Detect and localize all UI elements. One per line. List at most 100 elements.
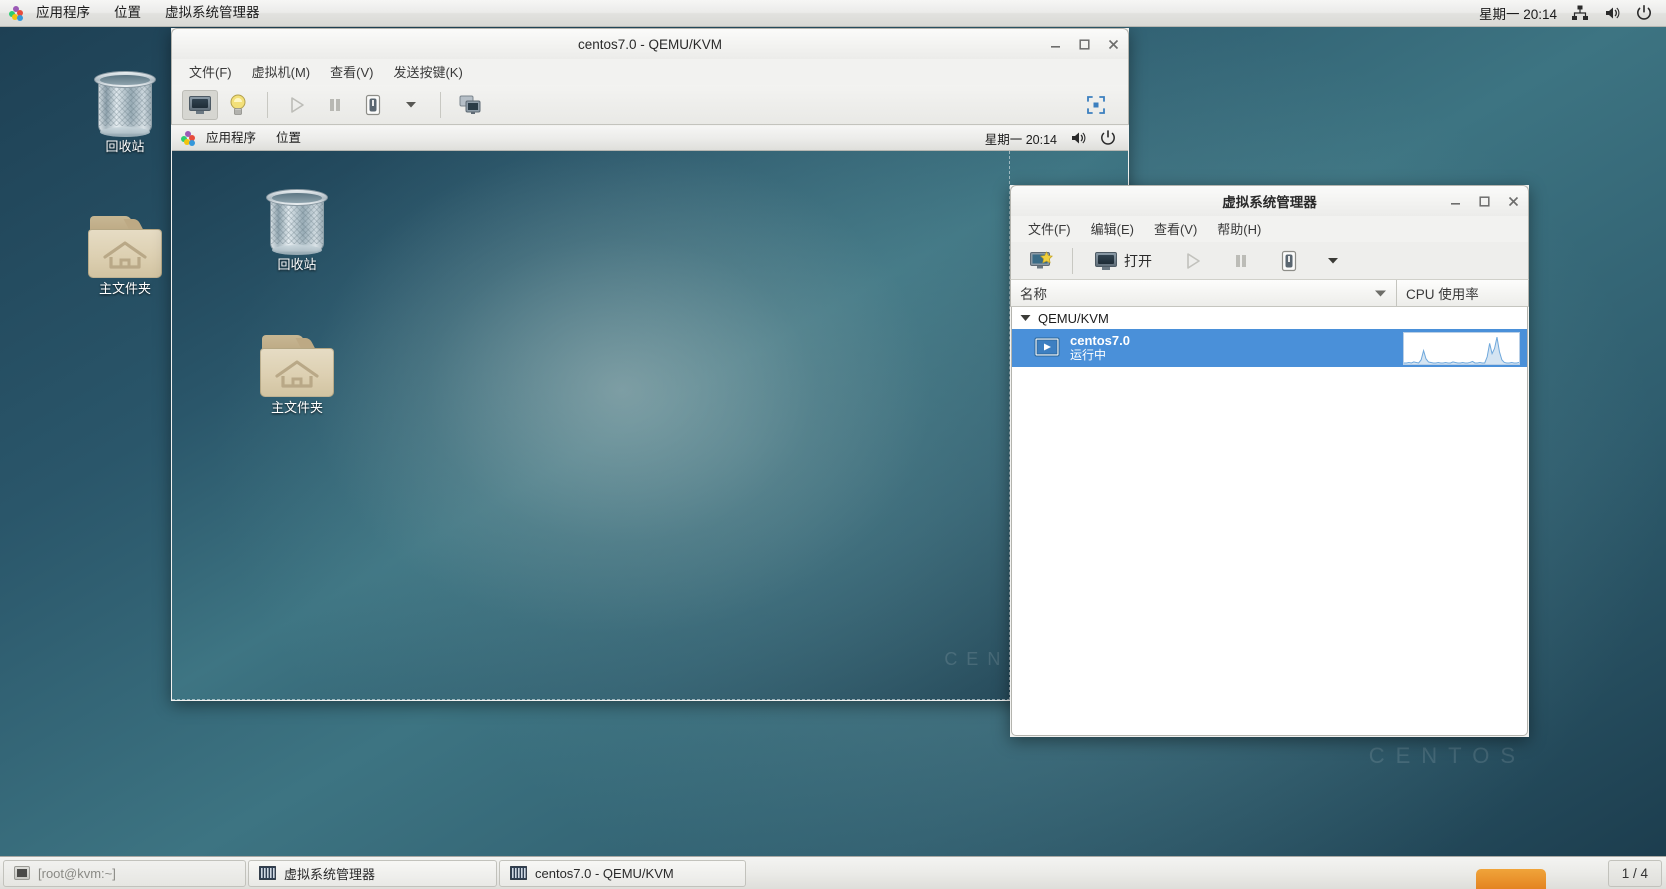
maximize-button[interactable] <box>1077 37 1092 52</box>
vm-row-name: centos7.0 <box>1070 333 1130 348</box>
taskbar-item-virt-manager-label: 虚拟系统管理器 <box>284 866 376 882</box>
new-vm-button[interactable] <box>1023 246 1059 276</box>
decorative-corner <box>1476 869 1546 889</box>
places-menu[interactable]: 位置 <box>102 0 153 26</box>
guest-top-panel[interactable]: 应用程序 位置 星期一 20:14 <box>172 126 1128 151</box>
fullscreen-button[interactable] <box>1078 90 1114 120</box>
fullscreen-icon <box>1087 95 1105 114</box>
vm-menu-view[interactable]: 查看(V) <box>320 60 383 85</box>
applications-menu[interactable]: 应用程序 <box>24 0 102 26</box>
workspace-switcher[interactable]: 1 / 4 <box>1607 859 1662 887</box>
guest-desktop-icon-home-folder-label: 主文件夹 <box>270 400 323 415</box>
vmm-window-toolbar[interactable]: 打开 <box>1010 242 1529 280</box>
run-button[interactable] <box>279 90 315 120</box>
connection-row-qemu-kvm[interactable]: QEMU/KVM <box>1012 307 1527 329</box>
power-icon[interactable] <box>1635 4 1653 22</box>
triangle-down-icon[interactable] <box>1020 314 1031 322</box>
close-button[interactable] <box>1506 194 1521 209</box>
monitor-icon <box>1095 251 1117 270</box>
minimize-button[interactable] <box>1448 194 1463 209</box>
vm-cpu-sparkline <box>1403 331 1520 365</box>
maximize-button[interactable] <box>1477 194 1492 209</box>
taskbar-item-terminal[interactable]: [root@kvm:~] <box>3 859 246 887</box>
run-button[interactable] <box>1175 246 1211 276</box>
pause-button[interactable] <box>317 90 353 120</box>
shutdown-dropdown-button[interactable] <box>1315 246 1351 276</box>
gnome-foot-icon <box>9 5 24 21</box>
guest-applications-menu[interactable]: 应用程序 <box>196 126 266 150</box>
console-view-button[interactable] <box>182 89 218 120</box>
vmm-window-titlebar[interactable]: 虚拟系统管理器 <box>1010 185 1529 216</box>
vmm-window-title: 虚拟系统管理器 <box>1222 195 1317 210</box>
shutdown-icon <box>365 94 381 115</box>
home-glyph-icon <box>103 241 147 269</box>
snapshots-button[interactable] <box>452 90 488 120</box>
panel-clock[interactable]: 星期一 20:14 <box>1479 3 1557 23</box>
open-vm-button[interactable]: 打开 <box>1086 246 1161 276</box>
vm-window-menubar[interactable]: 文件(F) 虚拟机(M) 查看(V) 发送按键(K) <box>171 59 1129 85</box>
minimize-button[interactable] <box>1048 37 1063 52</box>
column-header-cpu-usage-label: CPU 使用率 <box>1406 287 1479 302</box>
close-button[interactable] <box>1106 37 1121 52</box>
vmm-window-menubar[interactable]: 文件(F) 编辑(E) 查看(V) 帮助(H) <box>1010 216 1529 242</box>
guest-desktop-icon-trash[interactable]: 回收站 <box>242 176 352 273</box>
taskbar[interactable]: [root@kvm:~] 虚拟系统管理器 centos7.0 - QEMU/KV… <box>0 856 1666 889</box>
toolbar-separator-2 <box>440 91 441 118</box>
network-icon[interactable] <box>1571 4 1589 22</box>
guest-clock: 星期一 20:14 <box>984 132 1057 147</box>
taskbar-item-vm-console[interactable]: centos7.0 - QEMU/KVM <box>499 859 746 887</box>
vm-window-controls <box>1048 29 1121 60</box>
vm-row-state: 运行中 <box>1070 348 1107 362</box>
pause-icon <box>1236 254 1246 267</box>
vm-console-window[interactable]: centos7.0 - QEMU/KVM 文件(F) 虚拟机(M) 查看(V) … <box>171 28 1129 701</box>
terminal-icon <box>14 866 30 880</box>
virt-manager-window[interactable]: 虚拟系统管理器 文件(F) 编辑(E) 查看(V) 帮助(H) 打开 名称 CP… <box>1010 185 1529 737</box>
column-header-cpu-usage[interactable]: CPU 使用率 <box>1397 280 1528 306</box>
vmm-menu-edit[interactable]: 编辑(E) <box>1081 217 1144 242</box>
vm-menu-file[interactable]: 文件(F) <box>179 60 242 85</box>
guest-places-menu[interactable]: 位置 <box>266 126 311 150</box>
taskbar-item-vm-console-label: centos7.0 - QEMU/KVM <box>535 865 674 881</box>
vmm-menu-view[interactable]: 查看(V) <box>1144 217 1207 242</box>
vmm-window-controls <box>1448 186 1521 217</box>
virt-manager-menu[interactable]: 虚拟系统管理器 <box>153 0 272 26</box>
vm-window-titlebar[interactable]: centos7.0 - QEMU/KVM <box>171 28 1129 59</box>
desktop-icon-home-folder[interactable]: 主文件夹 <box>70 200 180 297</box>
shutdown-button[interactable] <box>1271 246 1307 276</box>
column-header-name-label: 名称 <box>1020 287 1047 302</box>
taskbar-item-virt-manager[interactable]: 虚拟系统管理器 <box>248 859 497 887</box>
vmm-menu-help[interactable]: 帮助(H) <box>1207 217 1271 242</box>
vm-guest-display[interactable]: 应用程序 位置 星期一 20:14 CENTOS 回收站 主文件夹 <box>172 126 1128 700</box>
new-vm-icon <box>1030 250 1053 268</box>
top-panel[interactable]: 应用程序 位置 虚拟系统管理器 星期一 20:14 <box>0 0 1666 27</box>
virt-manager-icon <box>259 866 276 880</box>
vm-list-row[interactable]: centos7.0 运行中 <box>1012 329 1527 367</box>
virt-manager-icon <box>510 866 527 880</box>
volume-icon[interactable] <box>1603 4 1621 22</box>
guest-power-icon[interactable] <box>1099 129 1117 147</box>
vmm-menu-file[interactable]: 文件(F) <box>1018 217 1081 242</box>
shutdown-dropdown-button[interactable] <box>393 90 429 120</box>
details-view-button[interactable] <box>220 90 256 120</box>
pause-button[interactable] <box>1223 246 1259 276</box>
pause-icon <box>330 98 340 111</box>
top-panel-tray: 星期一 20:14 <box>1479 3 1666 23</box>
guest-tray: 星期一 20:14 <box>985 129 1128 148</box>
toolbar-separator <box>1072 247 1073 274</box>
desktop-icon-home-folder-label: 主文件夹 <box>98 281 151 296</box>
vm-menu-machine[interactable]: 虚拟机(M) <box>242 60 321 85</box>
guest-desktop-area[interactable]: CENTOS 回收站 主文件夹 <box>172 151 1128 700</box>
vm-menu-sendkey[interactable]: 发送按键(K) <box>383 60 472 85</box>
vm-window-toolbar[interactable] <box>171 85 1129 125</box>
play-icon <box>291 96 304 113</box>
desktop-icon-trash[interactable]: 回收站 <box>70 58 180 155</box>
vm-list[interactable]: QEMU/KVM centos7.0 运行中 <box>1011 307 1528 736</box>
column-header-name[interactable]: 名称 <box>1011 280 1397 306</box>
guest-volume-icon[interactable] <box>1069 129 1087 147</box>
vm-list-column-headers[interactable]: 名称 CPU 使用率 <box>1010 280 1529 307</box>
home-glyph-icon <box>275 360 319 388</box>
play-icon <box>1187 252 1200 269</box>
guest-desktop-icon-home-folder[interactable]: 主文件夹 <box>242 319 352 416</box>
open-vm-button-label: 打开 <box>1124 252 1152 269</box>
shutdown-button[interactable] <box>355 90 391 120</box>
